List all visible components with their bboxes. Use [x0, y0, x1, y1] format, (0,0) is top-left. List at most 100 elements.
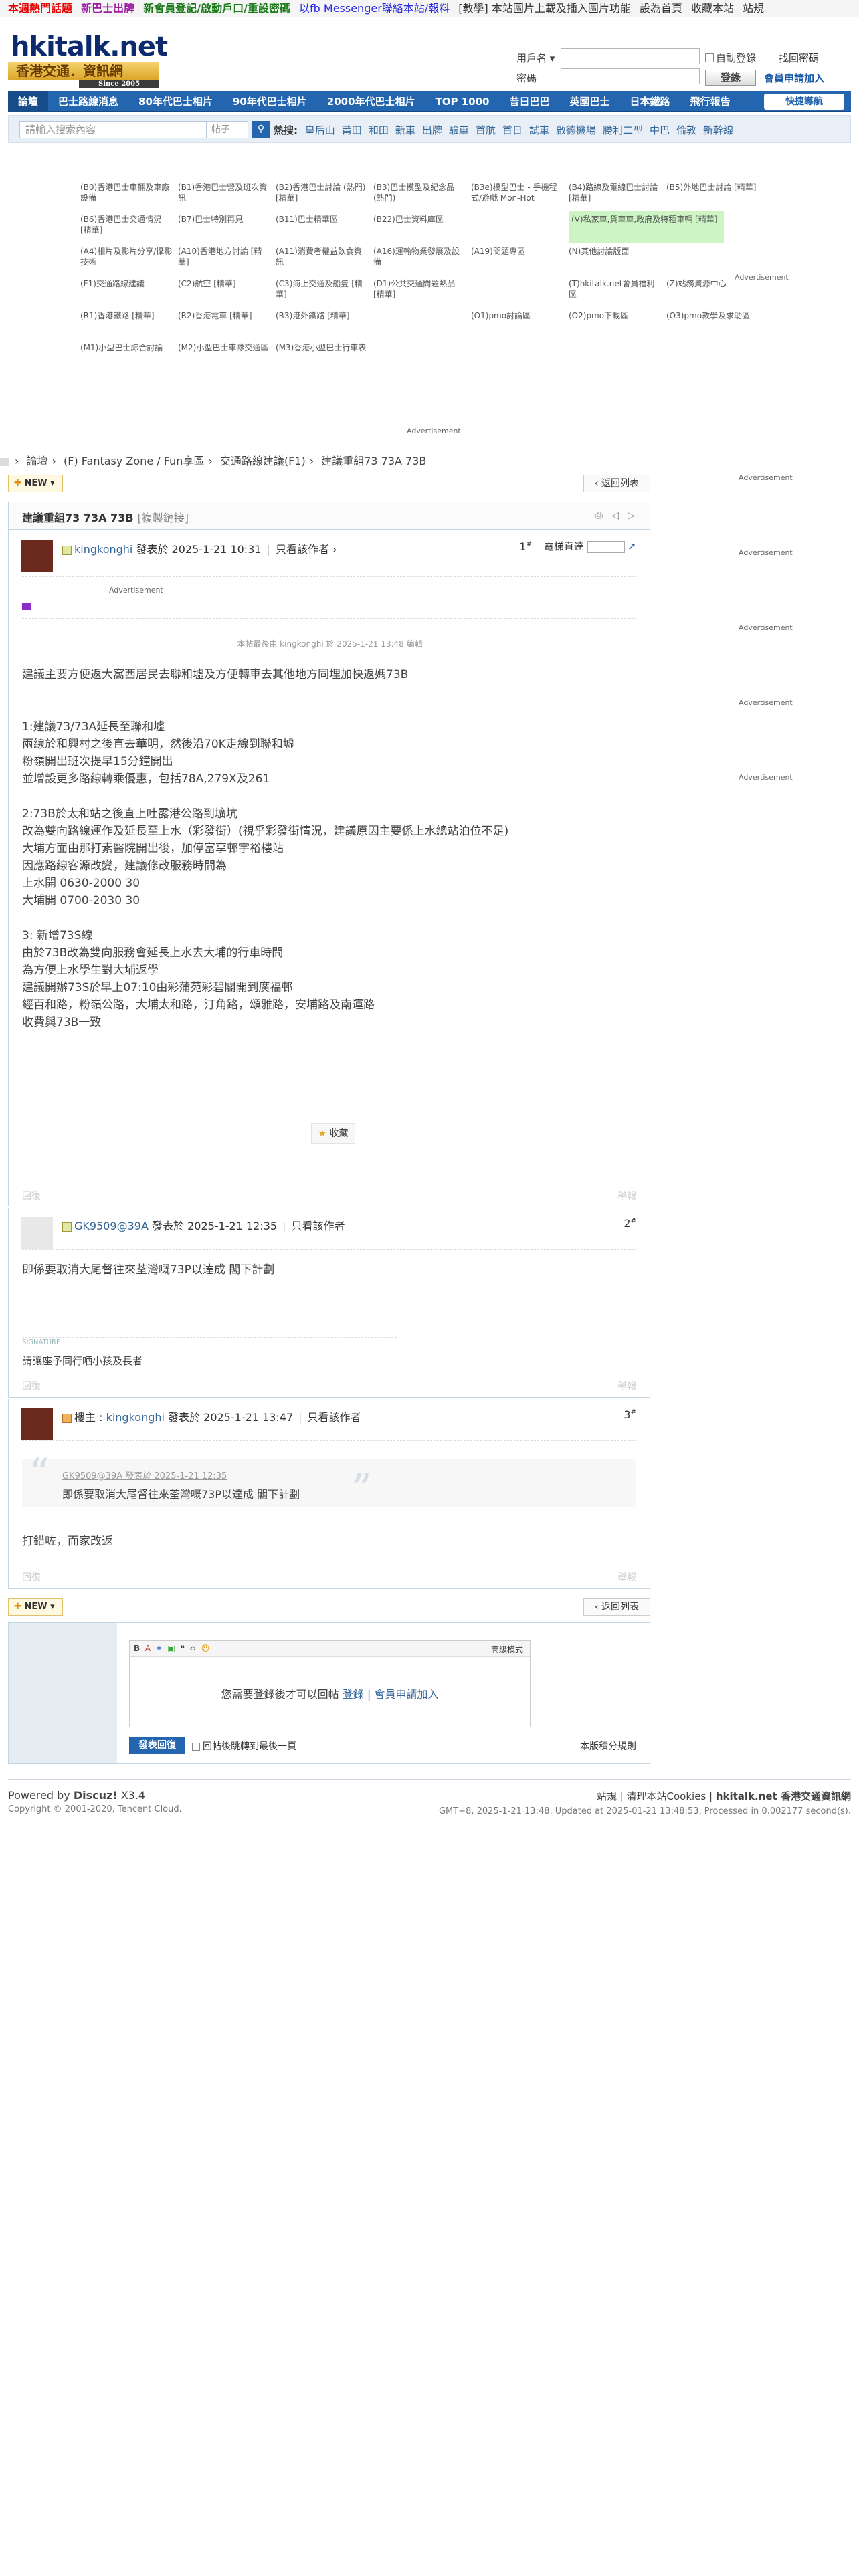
- forum-link[interactable]: (A10)香港地方討論 [精華]: [178, 246, 272, 267]
- collect-button[interactable]: ★ 收藏: [311, 1123, 355, 1144]
- hot-search-item[interactable]: 倫敦: [676, 124, 696, 136]
- search-input[interactable]: 請輸入搜索內容: [19, 121, 207, 138]
- forum-link[interactable]: (B5)外地巴士討論 [精華]: [666, 182, 760, 193]
- hot-search-item[interactable]: 首航: [476, 124, 496, 136]
- forum-link[interactable]: (M1)小型巴士綜合討論: [80, 342, 174, 353]
- forum-link[interactable]: (O3)pmo教學及求助區: [666, 310, 760, 321]
- forum-link[interactable]: (N)其他討論版面: [569, 246, 662, 257]
- nav-item-uk[interactable]: 英國巴士: [560, 91, 620, 112]
- discuz-link[interactable]: Discuz!: [74, 1789, 118, 1802]
- forum-link[interactable]: (C2)航空 [精華]: [178, 278, 272, 289]
- forum-link[interactable]: (A16)運輸物業發展及設備: [373, 246, 467, 267]
- hot-search-item[interactable]: 莆田: [342, 124, 362, 136]
- nav-item-2000s[interactable]: 2000年代巴士相片: [317, 91, 425, 112]
- jump-floor-input[interactable]: [587, 540, 625, 553]
- breadcrumb-zone[interactable]: (F) Fantasy Zone / Fun享區: [64, 455, 204, 467]
- forum-link[interactable]: (D1)公共交通問題熱品 [精華]: [373, 278, 467, 300]
- hot-search-item[interactable]: 驗車: [449, 124, 469, 136]
- search-button[interactable]: ⚲: [252, 121, 270, 138]
- new-post-button[interactable]: ✚ NEW ▾: [8, 1598, 63, 1616]
- forum-link[interactable]: (A4)相片及影片分享/攝影技術: [80, 246, 174, 267]
- nav-item-flight[interactable]: 飛行報告: [680, 91, 741, 112]
- forum-link[interactable]: (A19)間題專區: [471, 246, 565, 257]
- footer-site-link[interactable]: hkitalk.net 香港交通資訊網: [716, 1790, 851, 1802]
- smiley-icon[interactable]: ☺: [201, 1644, 210, 1653]
- auto-login-checkbox[interactable]: 自動登錄: [705, 51, 756, 65]
- forum-link[interactable]: (F1)交通路線建議: [80, 278, 174, 289]
- go-icon[interactable]: ➚: [628, 540, 636, 552]
- report-link[interactable]: 舉報: [617, 1379, 636, 1392]
- forum-link[interactable]: (B2)香港巴士討論 (熱門) [精華]: [276, 182, 369, 203]
- hot-search-item[interactable]: 新車: [395, 124, 415, 136]
- post-author[interactable]: kingkonghi: [106, 1411, 165, 1424]
- forum-link[interactable]: (B3e)模型巴士 - 手機程式/遊戲 Mon-Hot: [471, 182, 565, 203]
- credit-rules-link[interactable]: 本版積分規則: [580, 1739, 636, 1753]
- nav-item-route-news[interactable]: 巴士路線消息: [48, 91, 128, 112]
- login-button[interactable]: 登錄: [705, 70, 756, 86]
- submit-reply-button[interactable]: 發表回復: [129, 1737, 185, 1754]
- avatar[interactable]: [21, 1408, 53, 1440]
- report-link[interactable]: 舉報: [617, 1189, 636, 1202]
- forum-link[interactable]: (B3)巴士模型及紀念品 (熱門): [373, 182, 467, 203]
- forum-link[interactable]: (B6)香港巴士交通情況 [精華]: [80, 214, 174, 235]
- back-to-list-button[interactable]: ‹ 返回列表: [583, 475, 650, 492]
- quote-icon[interactable]: ❝: [180, 1644, 184, 1653]
- forum-link[interactable]: (M3)香港小型巴士行車表: [276, 342, 369, 353]
- code-icon[interactable]: ‹›: [189, 1644, 196, 1653]
- next-thread-icon[interactable]: ▷: [628, 510, 635, 521]
- hot-search-item[interactable]: 皇后山: [305, 124, 335, 136]
- jump-last-checkbox[interactable]: 回帖後跳轉到最後一頁: [192, 1739, 296, 1753]
- hot-search-item[interactable]: 出牌: [422, 124, 442, 136]
- breadcrumb-thread[interactable]: 建議重組73 73A 73B: [321, 455, 426, 467]
- forgot-password-link[interactable]: 找回密碼: [779, 51, 819, 65]
- advanced-mode-link[interactable]: 高級模式: [491, 1644, 523, 1655]
- print-icon[interactable]: ⎙: [595, 510, 603, 521]
- nav-item-old[interactable]: 昔日巴巴: [499, 91, 559, 112]
- link-icon[interactable]: ⚭: [156, 1644, 163, 1653]
- footer-rules-link[interactable]: 站規: [597, 1790, 617, 1802]
- set-home-link[interactable]: 設為首頁: [640, 2, 682, 15]
- search-type-select[interactable]: 帖子: [207, 121, 248, 138]
- bold-icon[interactable]: B: [134, 1644, 140, 1653]
- forum-link[interactable]: (B7)巴士特別再見: [178, 214, 272, 225]
- avatar[interactable]: [21, 540, 53, 572]
- username-label[interactable]: 用戶名 ▾: [516, 51, 557, 65]
- report-link[interactable]: 舉報: [617, 1570, 636, 1584]
- forum-link[interactable]: (M2)小型巴士車隊交通區: [178, 342, 272, 353]
- reply-link[interactable]: 回復: [22, 1191, 41, 1202]
- quote-meta[interactable]: GK9509@39A 發表於 2025-1-21 12:35: [62, 1469, 596, 1481]
- forum-link[interactable]: (B11)巴士精華區: [276, 214, 369, 225]
- reply-link[interactable]: 回復: [22, 1572, 41, 1583]
- floor-number[interactable]: 1#: [519, 540, 532, 553]
- only-author-link[interactable]: 只看該作者: [292, 1220, 345, 1232]
- post-author[interactable]: kingkonghi: [74, 543, 132, 556]
- back-to-list-button[interactable]: ‹ 返回列表: [583, 1598, 650, 1616]
- site-logo[interactable]: hkitalk.net 香港交通．資訊網 Since 2005: [8, 31, 168, 88]
- only-author-link[interactable]: 只看該作者: [276, 543, 329, 556]
- quick-nav-button[interactable]: 快捷導航: [764, 94, 844, 110]
- bookmark-link[interactable]: 收藏本站: [691, 2, 734, 15]
- hot-search-item[interactable]: 中巴: [650, 124, 670, 136]
- forum-link[interactable]: (C3)海上交通及船隻 [精華]: [276, 278, 369, 300]
- forum-link[interactable]: (O2)pmo下載區: [569, 310, 662, 321]
- forum-link[interactable]: (B4)路線及電線巴士討論 [精華]: [569, 182, 662, 203]
- new-bus-link[interactable]: 新巴士出牌: [81, 2, 134, 15]
- forum-link[interactable]: (R3)港外鐵路 [精華]: [276, 310, 369, 321]
- register-link[interactable]: 會員申請加入: [374, 1688, 438, 1701]
- hot-search-item[interactable]: 啟德機場: [556, 124, 596, 136]
- forum-link[interactable]: (O1)pmo討論區: [471, 310, 565, 321]
- teach-link[interactable]: [教學] 本站圖片上載及插入圖片功能: [458, 2, 631, 15]
- forum-link[interactable]: (R1)香港鐵路 [精華]: [80, 310, 174, 321]
- clear-cookies-link[interactable]: 清理本站Cookies: [627, 1790, 706, 1802]
- nav-item-80s[interactable]: 80年代巴士相片: [128, 91, 223, 112]
- nav-item-90s[interactable]: 90年代巴士相片: [223, 91, 317, 112]
- avatar[interactable]: [21, 1217, 53, 1249]
- home-icon[interactable]: [0, 457, 9, 466]
- forum-link[interactable]: (A11)消費者權益飲食資訊: [276, 246, 369, 267]
- nav-item-top1000[interactable]: TOP 1000: [425, 91, 500, 112]
- reply-link[interactable]: 回復: [22, 1381, 41, 1392]
- hot-search-item[interactable]: 首日: [502, 124, 522, 136]
- forum-link[interactable]: (R2)香港電車 [精華]: [178, 310, 272, 321]
- forum-link[interactable]: (B22)巴士資料庫區: [373, 214, 467, 225]
- nav-item-japan[interactable]: 日本鐵路: [620, 91, 680, 112]
